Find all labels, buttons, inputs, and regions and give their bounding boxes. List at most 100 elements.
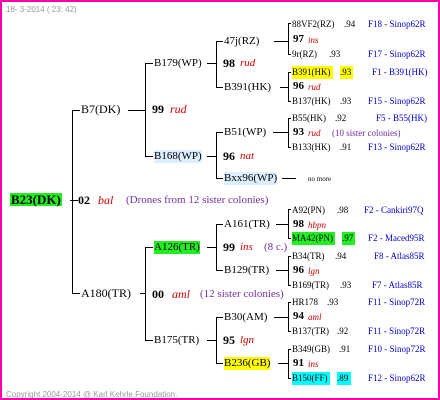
connector (216, 41, 223, 42)
connector (145, 63, 153, 64)
g4-link[interactable]: F8 - Atlas85R (374, 250, 425, 263)
g4-year-num: 96 (293, 264, 304, 276)
queen-b129[interactable]: B129(TR) (224, 264, 269, 277)
queen-b179[interactable]: B179(WP) (154, 57, 202, 70)
g4-strain: lgn (308, 266, 320, 276)
g4-year-num: 96 (293, 80, 304, 92)
g4-link[interactable]: F11 - Sinop72R (368, 325, 425, 338)
connector (216, 224, 223, 225)
a126-strain: ins (240, 241, 253, 253)
g4-link[interactable]: F11 - Sinop72R (368, 296, 425, 309)
connector (216, 132, 217, 178)
connector (145, 247, 146, 340)
a180-note: (12 sister colonies) (200, 288, 284, 300)
g4-name: B349(GB) (292, 344, 330, 354)
b175-year: 95 (223, 333, 235, 347)
g4-note: (10 sister colonies) (332, 128, 401, 138)
connector (216, 270, 223, 271)
g4-link[interactable]: F13 - Sinop62R (368, 141, 426, 154)
g4-link[interactable]: F18 - Sinop62R (368, 18, 426, 31)
queen-47j[interactable]: 47j(RZ) (224, 35, 259, 48)
b175-strain: lgn (240, 334, 255, 346)
connector (288, 209, 291, 210)
connector (288, 378, 291, 379)
g4-year: .93 (329, 49, 341, 59)
g4-strain: hbpn (308, 220, 326, 230)
g4-year-num: 98 (293, 218, 304, 230)
queen-a126[interactable]: A126(TR) (154, 241, 200, 254)
queen-a161[interactable]: A161(TR) (224, 218, 270, 231)
g4-name: B169(TR) (292, 280, 329, 290)
queen-b391[interactable]: B391(HK) (224, 81, 271, 94)
connector (288, 54, 291, 55)
g4-year-num: 91 (293, 357, 304, 369)
g4-link[interactable]: F7 - Atlas85R (372, 279, 423, 292)
g4-name: HR178 (292, 297, 319, 307)
connector (145, 156, 153, 157)
g4-strain: aml (308, 312, 322, 322)
g4-name: MA42(PN) (292, 232, 336, 245)
g4-link[interactable]: F2 - Maced95R (368, 232, 425, 245)
root-year: 02 (78, 193, 90, 207)
connector (288, 302, 291, 303)
connector (276, 224, 288, 225)
connector (207, 63, 216, 64)
g4-name: B391(HK) (292, 66, 333, 79)
g4-link[interactable]: F15 - Sinop62R (368, 95, 426, 108)
connector (282, 178, 296, 179)
root-queen[interactable]: B23(DK) (10, 193, 62, 206)
g4-strain: rud (308, 82, 321, 92)
connector (72, 110, 73, 294)
g4-name: 9r(RZ) (292, 49, 317, 59)
connector (288, 118, 289, 147)
connector (72, 110, 80, 111)
b51-strain: nat (240, 150, 255, 162)
connector (216, 87, 223, 88)
connector (288, 349, 291, 350)
g4-strain: ins (308, 35, 319, 45)
g4-year: .89 (337, 372, 352, 385)
connector (274, 317, 288, 318)
copyright: Copyright 2004-2014 @ Karl Kehrle Founda… (6, 390, 178, 399)
queen-b175[interactable]: B175(TR) (154, 334, 199, 347)
root-note: (Drones from 12 sister colonies) (126, 194, 269, 206)
g4-link[interactable]: F5 - B55(HK) (376, 112, 427, 125)
queen-b236[interactable]: B236(GB) (224, 357, 271, 370)
g4-year: .98 (337, 205, 349, 215)
g4-year-num: 97 (293, 33, 304, 45)
g4-year: .94 (335, 251, 347, 261)
connector (274, 41, 288, 42)
queen-b51[interactable]: B51(WP) (224, 126, 266, 139)
g4-link[interactable]: F17 - Sinop62R (368, 48, 426, 61)
connector (216, 317, 223, 318)
sire-b7[interactable]: B7(DK) (81, 103, 120, 116)
g4-link[interactable]: F1 - B391(HK) (372, 66, 428, 79)
b179-strain: rud (170, 102, 187, 116)
g4-strain: rud (308, 128, 321, 138)
g4-link[interactable]: F2 - Cankiri97Q (364, 204, 424, 217)
a180-strain: aml (172, 287, 190, 301)
dam-a180[interactable]: A180(TR) (81, 287, 131, 300)
connector (288, 72, 291, 73)
queen-bxx96[interactable]: Bxx96(WP) (224, 172, 278, 185)
queen-b168[interactable]: B168(WP) (154, 150, 202, 163)
47j-year: 98 (223, 56, 235, 70)
g4-year-num: 93 (293, 126, 304, 138)
g4-link[interactable]: F10 - Sinop72R (368, 343, 426, 356)
g4-name: B55(HK) (292, 113, 326, 123)
g4-year: .94 (344, 19, 356, 29)
connector (288, 256, 291, 257)
g4-link[interactable]: F12 - Sinop62R (368, 372, 426, 385)
connector (288, 285, 291, 286)
connector (288, 23, 289, 54)
connector (216, 224, 217, 270)
connector (288, 331, 291, 332)
g4-year: .97 (342, 232, 356, 245)
g4-name: B133(HK) (292, 142, 331, 152)
queen-b30[interactable]: B30(AM) (224, 311, 267, 324)
connector (216, 363, 223, 364)
connector (207, 247, 216, 248)
g4-name: B34(TR) (292, 251, 325, 261)
g4-name: B137(TR) (292, 326, 329, 336)
b51-year: 96 (223, 149, 235, 163)
